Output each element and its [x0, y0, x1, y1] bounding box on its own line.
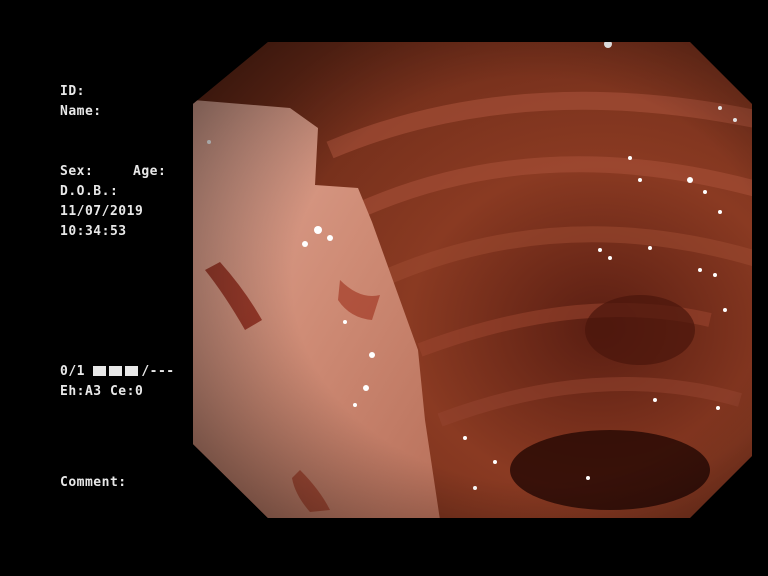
- dob-label: D.O.B.:: [60, 184, 119, 199]
- bar-suffix: /---: [141, 364, 175, 379]
- exam-time: 10:34:53: [60, 224, 127, 239]
- id-label: ID:: [60, 84, 85, 99]
- patient-info-overlay: ID: Name: Sex: Age: D.O.B.: 11/07/2019 1…: [0, 0, 174, 490]
- comment-label: Comment:: [60, 475, 127, 490]
- enhancement-setting: Eh:A3 Ce:0: [60, 384, 144, 399]
- age-label: Age:: [133, 164, 167, 179]
- name-label: Name:: [60, 104, 102, 119]
- bar-blocks-icon: [93, 362, 141, 382]
- sex-label: Sex:: [60, 164, 94, 179]
- exam-date: 11/07/2019: [60, 204, 144, 219]
- image-counter: 0/1: [60, 364, 85, 379]
